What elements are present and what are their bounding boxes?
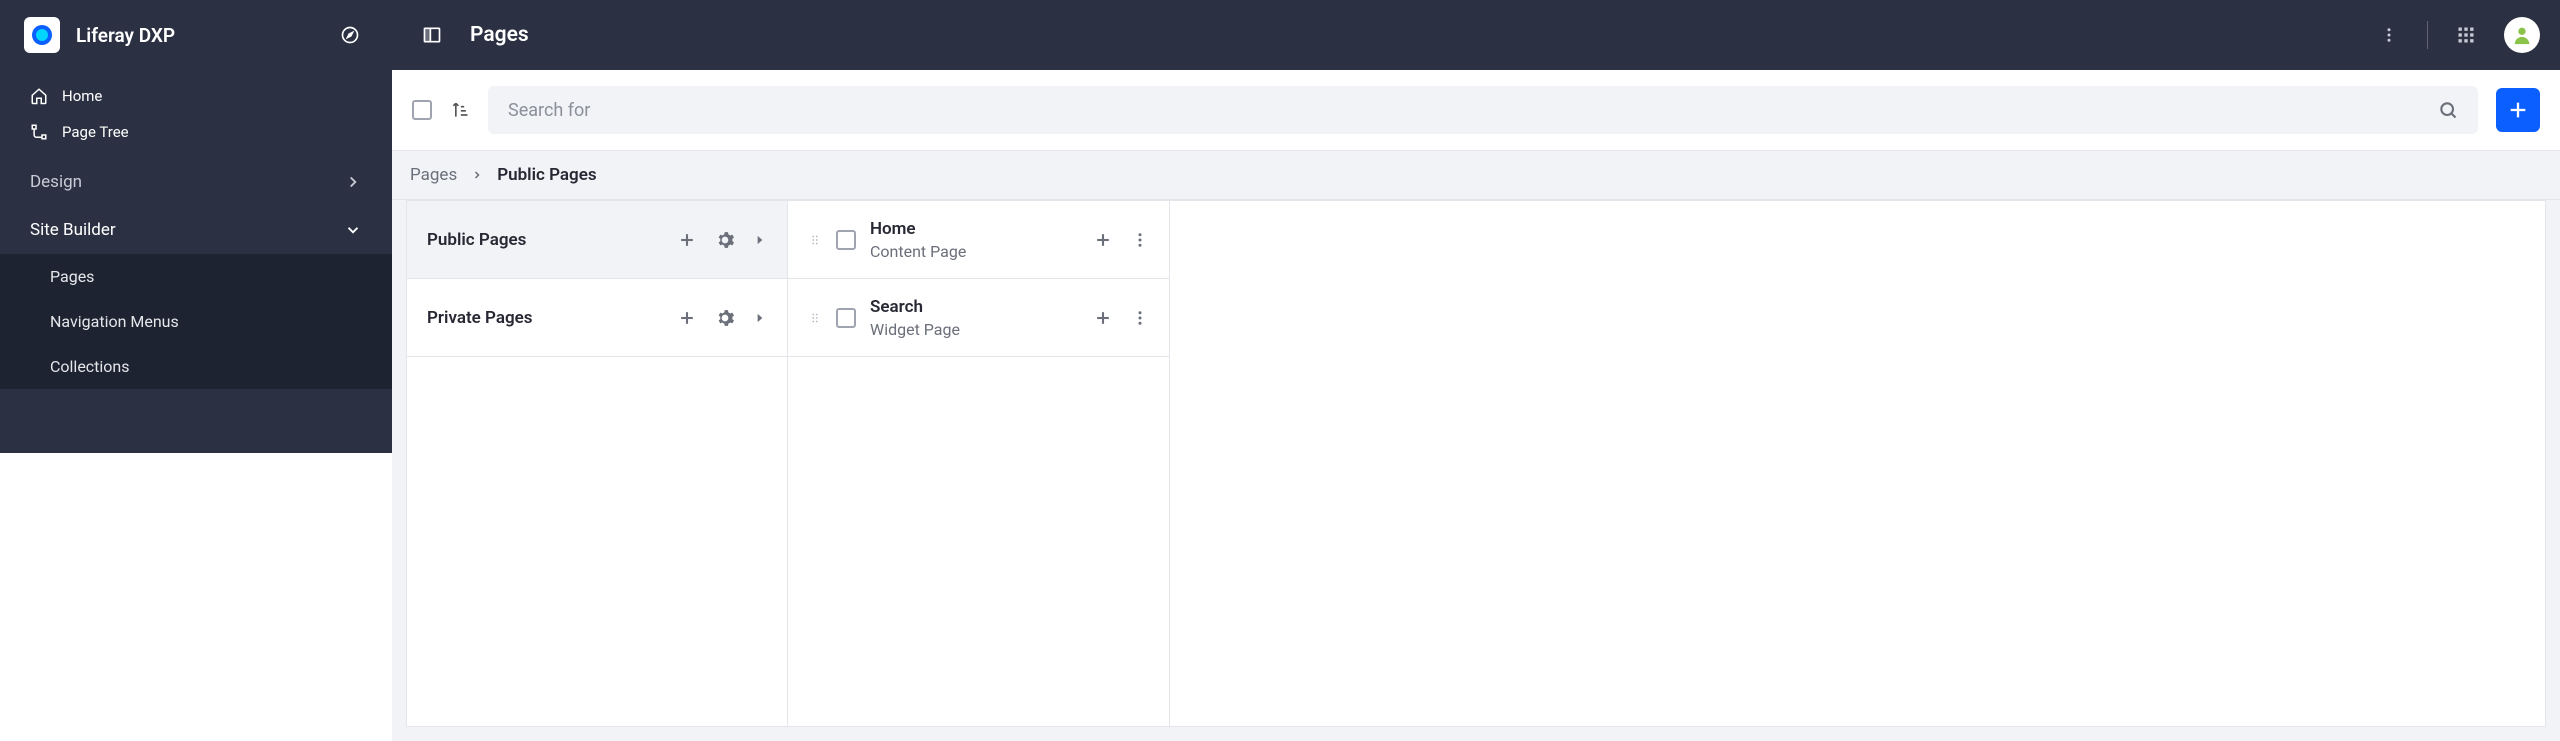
kebab-icon xyxy=(2380,26,2398,44)
user-avatar[interactable] xyxy=(2504,17,2540,53)
page-row[interactable]: Home Content Page xyxy=(788,201,1169,279)
search-icon xyxy=(2438,100,2458,120)
columns: Public Pages Private Pages xyxy=(392,200,2560,741)
sidebar-item-home[interactable]: Home xyxy=(0,78,392,114)
sidebar-item-page-tree[interactable]: Page Tree xyxy=(0,114,392,150)
sidebar-nav-top: Home Page Tree xyxy=(0,70,392,158)
plus-icon xyxy=(1093,308,1113,328)
section-design[interactable]: Design xyxy=(0,158,392,206)
breadcrumb: Pages Public Pages xyxy=(392,150,2560,200)
row-kebab-button[interactable] xyxy=(1131,309,1149,327)
panel-toggle-button[interactable] xyxy=(412,15,452,55)
kebab-icon xyxy=(1131,309,1149,327)
grid-icon xyxy=(2456,25,2476,45)
search-input[interactable] xyxy=(508,100,2424,121)
page-name: Home xyxy=(870,219,1093,239)
sidebar-item-navigation-menus[interactable]: Navigation Menus xyxy=(0,299,392,344)
breadcrumb-root[interactable]: Pages xyxy=(410,165,457,185)
row-kebab-button[interactable] xyxy=(1131,231,1149,249)
sort-icon xyxy=(450,100,470,120)
column-detail xyxy=(1170,200,2546,727)
sidebar-item-pages[interactable]: Pages xyxy=(0,254,392,299)
select-all-checkbox[interactable] xyxy=(412,100,432,120)
page-title: Pages xyxy=(470,23,529,47)
main: Pages Pages Public Pages xyxy=(392,0,2560,741)
expand-button[interactable] xyxy=(753,233,767,247)
add-child-button[interactable] xyxy=(677,230,697,250)
chevron-right-icon xyxy=(344,173,362,191)
expand-button[interactable] xyxy=(753,311,767,325)
section-site-builder[interactable]: Site Builder xyxy=(0,206,392,254)
column-pages: Home Content Page Search Widget Page xyxy=(788,200,1170,727)
drag-icon xyxy=(808,311,822,325)
divider xyxy=(2427,21,2428,49)
chevron-down-icon xyxy=(344,221,362,239)
caret-right-icon xyxy=(753,233,767,247)
group-label: Private Pages xyxy=(427,308,677,328)
group-row-private[interactable]: Private Pages xyxy=(407,279,787,357)
add-button[interactable] xyxy=(2496,88,2540,132)
section-label: Site Builder xyxy=(30,220,116,240)
breadcrumb-current: Public Pages xyxy=(497,165,596,185)
compass-button[interactable] xyxy=(332,17,368,53)
page-checkbox[interactable] xyxy=(836,230,856,250)
tree-icon xyxy=(30,123,48,141)
section-label: Design xyxy=(30,172,82,192)
gear-icon xyxy=(715,308,735,328)
gear-icon xyxy=(715,230,735,250)
settings-button[interactable] xyxy=(715,230,735,250)
plus-icon xyxy=(677,308,697,328)
page-row[interactable]: Search Widget Page xyxy=(788,279,1169,357)
sidebar-item-label: Home xyxy=(62,87,102,105)
sidebar-item-collections[interactable]: Collections xyxy=(0,344,392,389)
brand[interactable]: Liferay DXP xyxy=(24,17,175,53)
drag-handle[interactable] xyxy=(808,311,822,325)
add-child-button[interactable] xyxy=(1093,308,1113,328)
search-field[interactable] xyxy=(488,86,2478,134)
drag-icon xyxy=(808,233,822,247)
plus-icon xyxy=(2507,99,2529,121)
drag-handle[interactable] xyxy=(808,233,822,247)
add-child-button[interactable] xyxy=(677,308,697,328)
settings-button[interactable] xyxy=(715,308,735,328)
user-icon xyxy=(2511,24,2533,46)
plus-icon xyxy=(677,230,697,250)
column-groups: Public Pages Private Pages xyxy=(406,200,788,727)
group-row-public[interactable]: Public Pages xyxy=(407,201,787,279)
page-info: Home Content Page xyxy=(870,219,1093,261)
kebab-icon xyxy=(1131,231,1149,249)
brand-name: Liferay DXP xyxy=(76,24,175,47)
group-actions xyxy=(677,308,767,328)
group-actions xyxy=(677,230,767,250)
page-checkbox[interactable] xyxy=(836,308,856,328)
sidebar: Liferay DXP Home Page Tree Design Site B… xyxy=(0,0,392,453)
page-name: Search xyxy=(870,297,1093,317)
toolbar xyxy=(392,70,2560,150)
apps-grid-button[interactable] xyxy=(2446,15,2486,55)
page-actions xyxy=(1093,230,1149,250)
page-actions xyxy=(1093,308,1149,328)
kebab-menu-button[interactable] xyxy=(2369,15,2409,55)
brand-logo xyxy=(24,17,60,53)
plus-icon xyxy=(1093,230,1113,250)
caret-right-icon xyxy=(753,311,767,325)
panel-icon xyxy=(422,25,442,45)
page-type: Content Page xyxy=(870,242,1093,261)
section-site-builder-body: Pages Navigation Menus Collections xyxy=(0,254,392,389)
home-icon xyxy=(30,87,48,105)
sidebar-item-label: Page Tree xyxy=(62,123,129,141)
group-label: Public Pages xyxy=(427,230,677,250)
add-child-button[interactable] xyxy=(1093,230,1113,250)
page-info: Search Widget Page xyxy=(870,297,1093,339)
chevron-right-icon xyxy=(471,169,483,181)
topbar: Pages xyxy=(392,0,2560,70)
page-type: Widget Page xyxy=(870,320,1093,339)
sidebar-header: Liferay DXP xyxy=(0,0,392,70)
sort-button[interactable] xyxy=(450,100,470,120)
